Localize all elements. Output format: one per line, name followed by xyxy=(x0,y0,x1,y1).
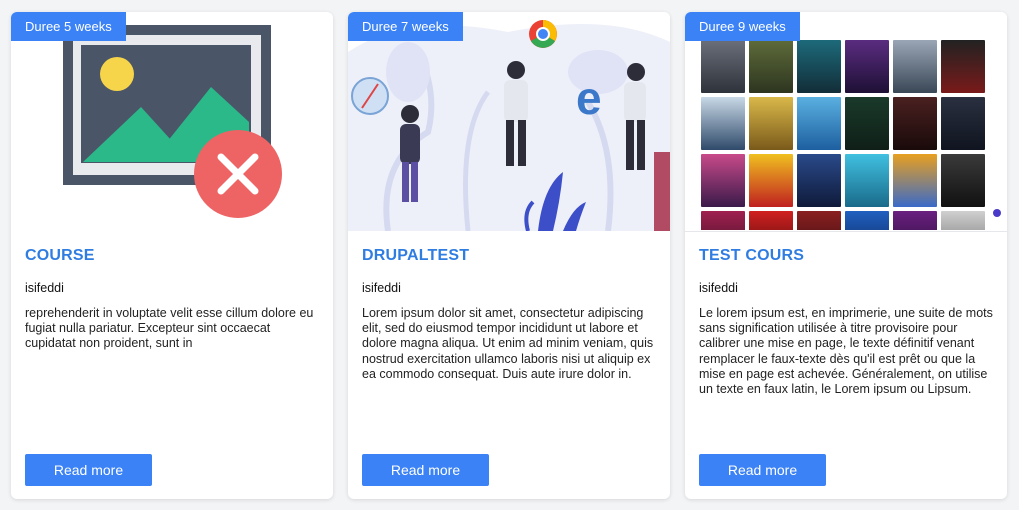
card-image xyxy=(685,12,1007,232)
course-author: isifeddi xyxy=(362,281,401,295)
card-image xyxy=(11,12,333,231)
scroll-dot xyxy=(993,209,1001,217)
read-more-button[interactable]: Read more xyxy=(699,454,826,486)
duration-badge: Duree 9 weeks xyxy=(685,12,800,41)
course-title: COURSE xyxy=(25,247,95,264)
svg-text:e: e xyxy=(576,72,602,124)
card-image: e xyxy=(348,12,670,231)
course-title: DRUPALTEST xyxy=(362,247,470,264)
duration-badge: Duree 5 weeks xyxy=(11,12,126,41)
read-more-button[interactable]: Read more xyxy=(362,454,489,486)
read-more-button[interactable]: Read more xyxy=(25,454,152,486)
course-card: Duree 9 weeks TEST COURS isifeddi Le lor… xyxy=(685,12,1007,499)
browsers-illustration: e xyxy=(348,12,670,231)
course-card: Duree 5 weeks COURSE isifeddi reprehende… xyxy=(11,12,333,499)
duration-badge: Duree 7 weeks xyxy=(348,12,463,41)
poster-grid xyxy=(701,40,989,230)
broken-image-icon xyxy=(63,25,282,218)
course-author: isifeddi xyxy=(25,281,64,295)
course-description: Le lorem ipsum est, en imprimerie, une s… xyxy=(699,306,993,397)
course-author: isifeddi xyxy=(699,281,738,295)
course-card: e Duree 7 weeks DRUPALTEST isifeddi Lore… xyxy=(348,12,670,499)
course-description: Lorem ipsum dolor sit amet, consectetur … xyxy=(362,306,654,381)
course-description: reprehenderit in voluptate velit esse ci… xyxy=(25,306,314,351)
course-title: TEST COURS xyxy=(699,247,805,264)
